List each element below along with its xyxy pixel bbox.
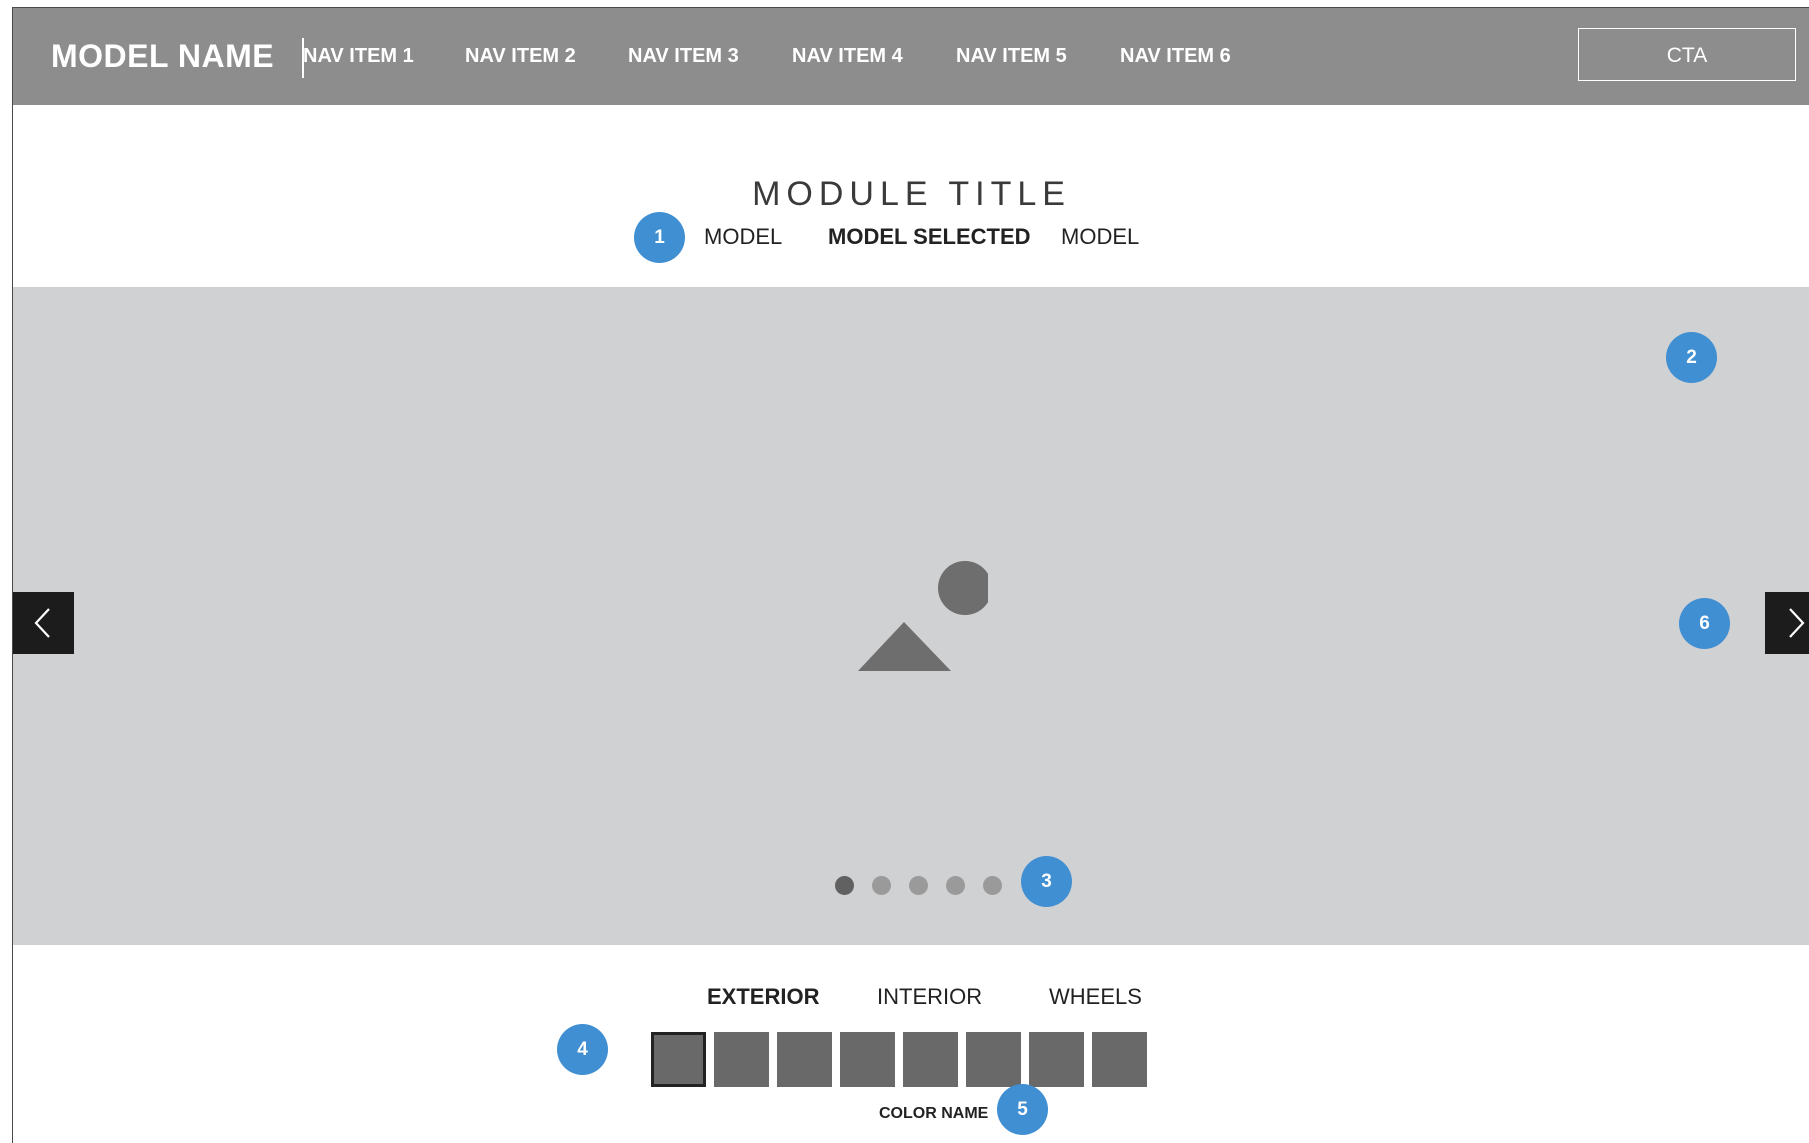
pagination-dot-3[interactable] <box>909 876 928 895</box>
annotation-badge-3: 3 <box>1021 856 1072 907</box>
color-swatch-7[interactable] <box>1029 1032 1084 1087</box>
module-title: MODULE TITLE <box>752 175 1071 213</box>
model-tab-3[interactable]: MODEL <box>1061 224 1139 250</box>
nav-item-4[interactable]: NAV ITEM 4 <box>792 8 903 105</box>
pagination-dot-1[interactable] <box>835 876 854 895</box>
cta-button[interactable]: CTA <box>1578 28 1796 81</box>
annotation-badge-5: 5 <box>997 1084 1048 1135</box>
model-name-logo[interactable]: MODEL NAME <box>51 8 274 105</box>
pagination-dot-2[interactable] <box>872 876 891 895</box>
color-swatch-1[interactable] <box>651 1032 706 1087</box>
pagination-dot-4[interactable] <box>946 876 965 895</box>
nav-item-2[interactable]: NAV ITEM 2 <box>465 8 576 105</box>
color-swatch-3[interactable] <box>777 1032 832 1087</box>
color-swatch-4[interactable] <box>840 1032 895 1087</box>
chevron-left-icon <box>34 608 50 638</box>
annotation-badge-6: 6 <box>1679 598 1730 649</box>
model-tab-selected[interactable]: MODEL SELECTED <box>828 224 1031 250</box>
chevron-right-icon <box>1789 608 1805 638</box>
carousel-next-button[interactable] <box>1765 592 1809 654</box>
color-swatch-6[interactable] <box>966 1032 1021 1087</box>
nav-item-1[interactable]: NAV ITEM 1 <box>303 8 414 105</box>
nav-item-6[interactable]: NAV ITEM 6 <box>1120 8 1231 105</box>
image-carousel: 2 6 3 <box>13 287 1809 945</box>
carousel-prev-button[interactable] <box>13 592 74 654</box>
color-swatch-2[interactable] <box>714 1032 769 1087</box>
top-navigation-bar: MODEL NAME NAV ITEM 1 NAV ITEM 2 NAV ITE… <box>13 8 1809 105</box>
pagination-dot-5[interactable] <box>983 876 1002 895</box>
annotation-badge-1: 1 <box>634 212 685 263</box>
tab-wheels[interactable]: WHEELS <box>1049 984 1142 1010</box>
image-placeholder-icon <box>858 561 988 671</box>
tab-interior[interactable]: INTERIOR <box>877 984 982 1010</box>
annotation-badge-4: 4 <box>557 1024 608 1075</box>
page-frame: MODEL NAME NAV ITEM 1 NAV ITEM 2 NAV ITE… <box>12 7 1809 1143</box>
nav-item-5[interactable]: NAV ITEM 5 <box>956 8 1067 105</box>
model-tab-1[interactable]: MODEL <box>704 224 782 250</box>
color-name-label: COLOR NAME <box>879 1105 989 1122</box>
nav-item-3[interactable]: NAV ITEM 3 <box>628 8 739 105</box>
annotation-badge-2: 2 <box>1666 332 1717 383</box>
tab-exterior[interactable]: EXTERIOR <box>707 984 819 1010</box>
color-swatch-5[interactable] <box>903 1032 958 1087</box>
color-swatch-8[interactable] <box>1092 1032 1147 1087</box>
